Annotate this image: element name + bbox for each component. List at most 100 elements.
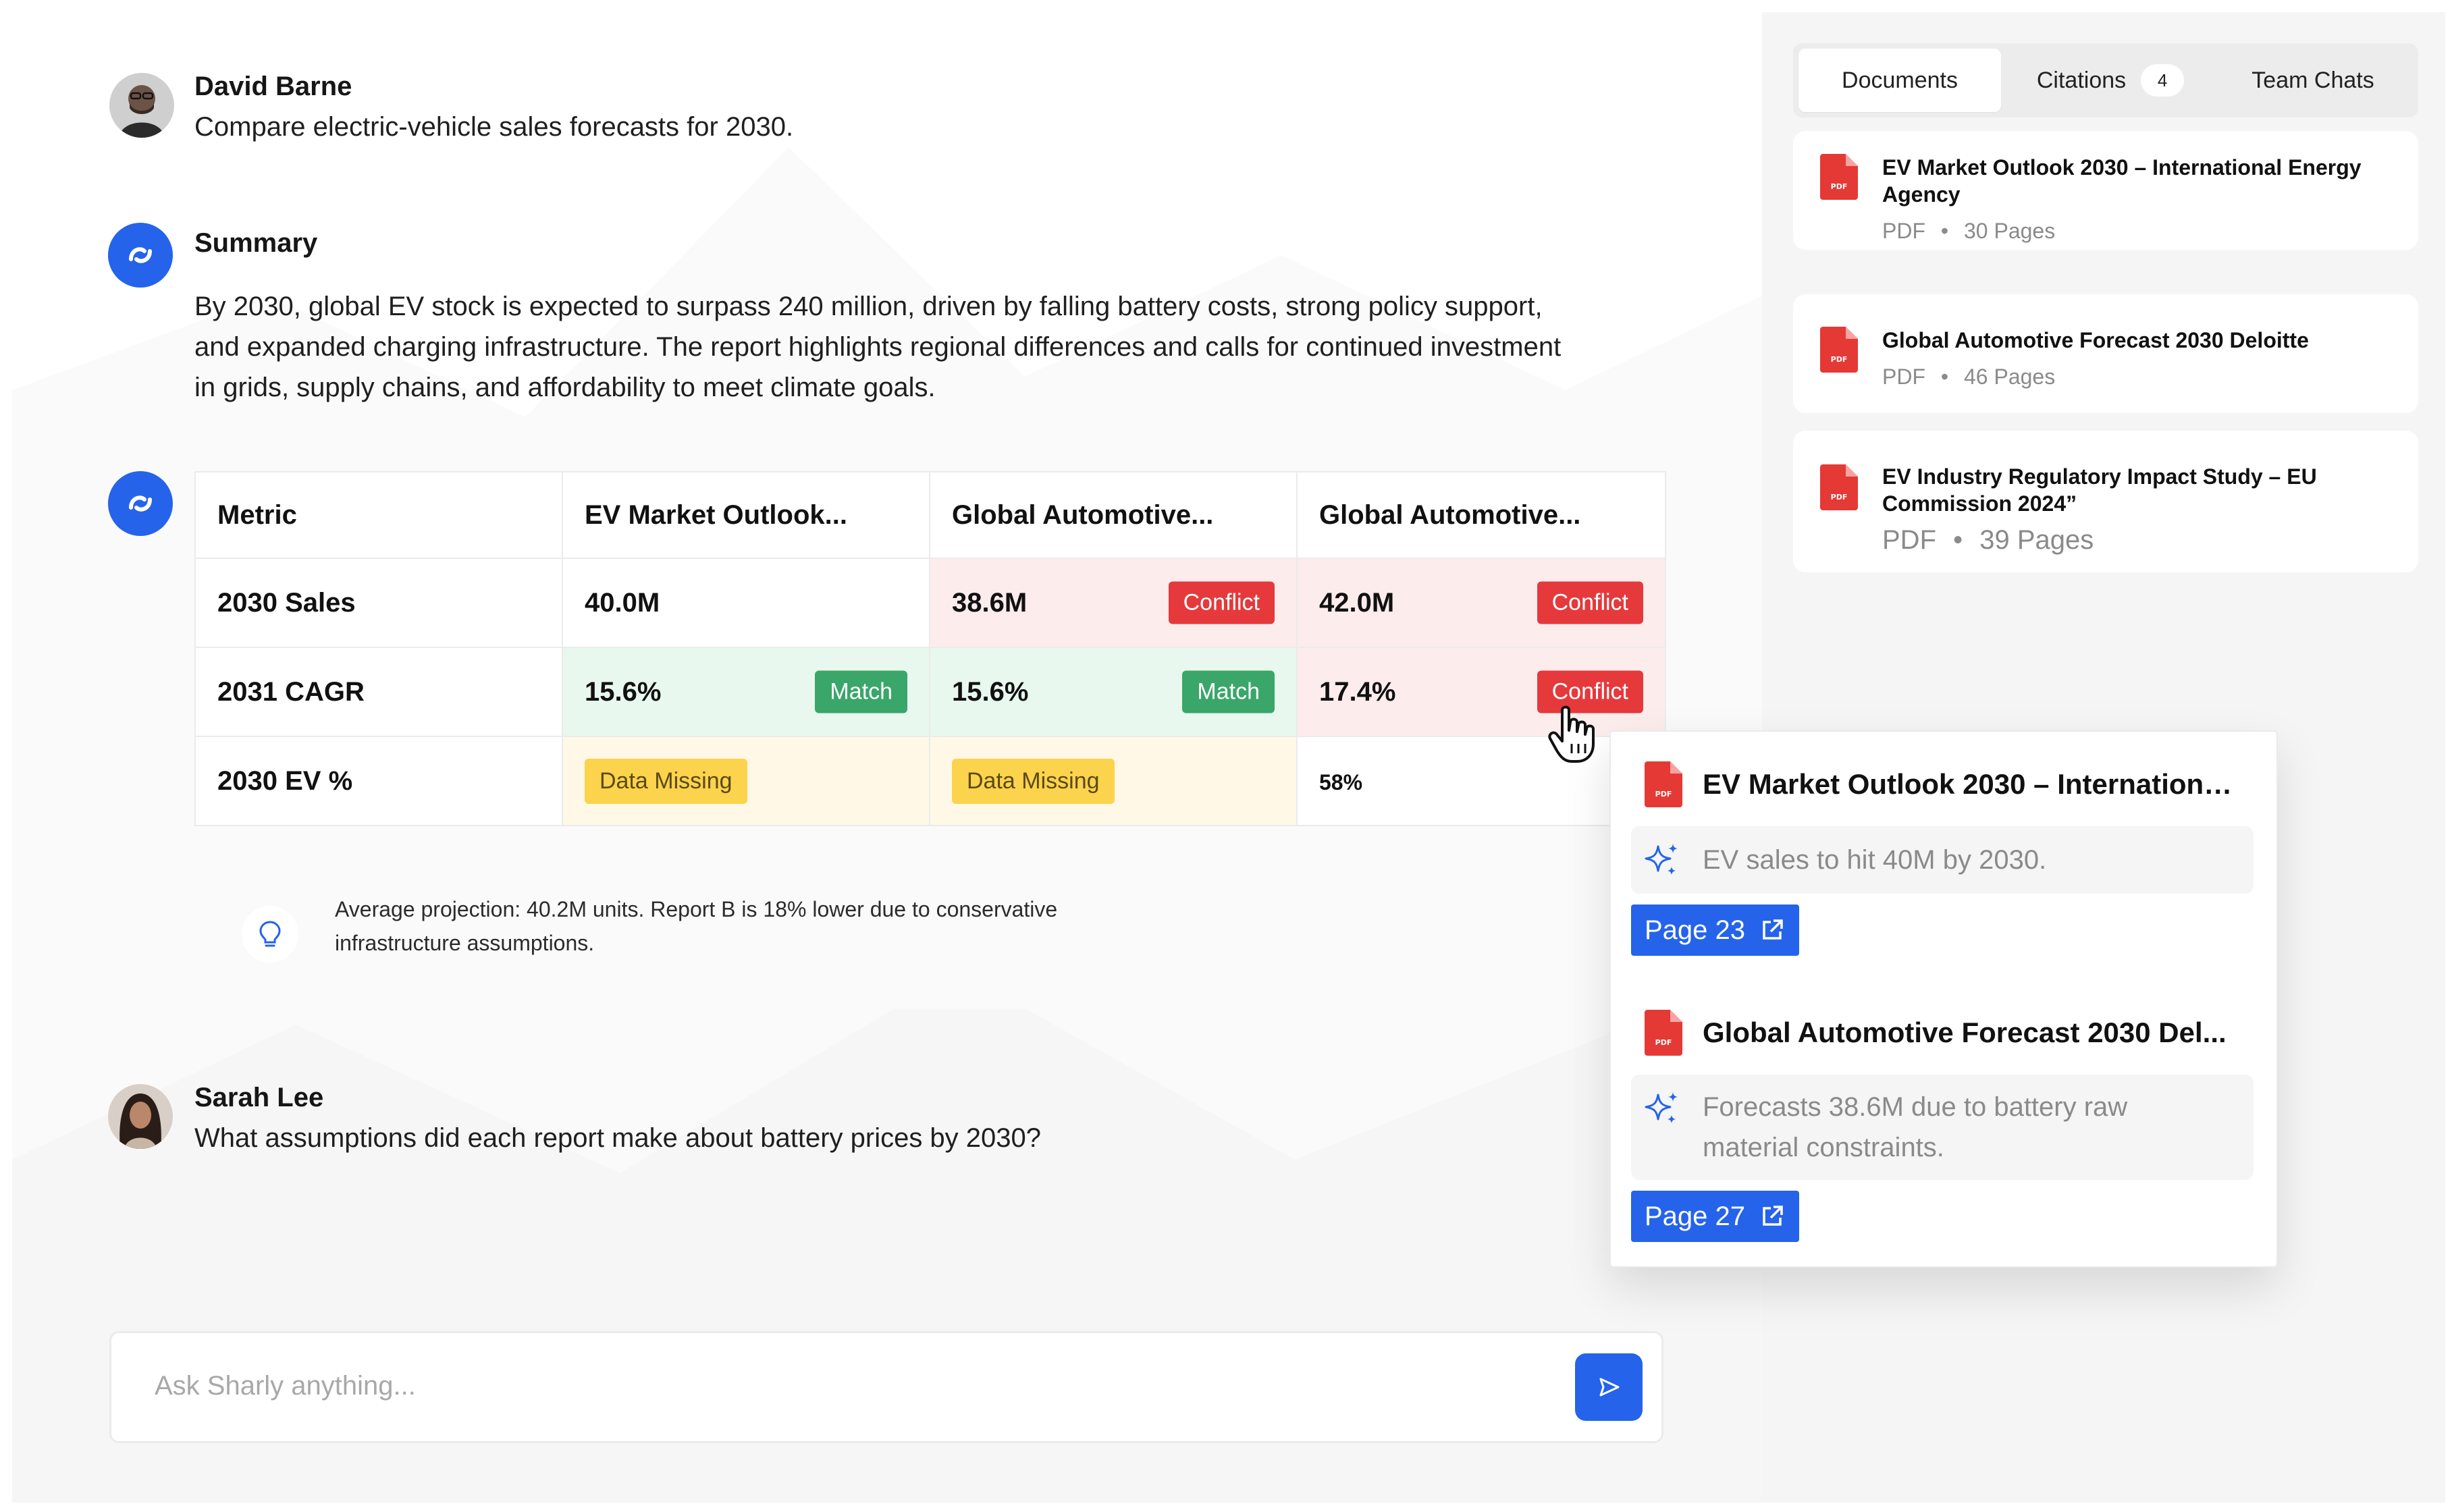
document-title: Global Automotive Forecast 2030 Deloitte bbox=[1882, 327, 2395, 354]
document-title-line: EV Industry Regulatory Impact Study – EU bbox=[1882, 464, 2317, 489]
summary-line: By 2030, global EV stock is expected to … bbox=[194, 292, 1543, 321]
table-header-row: Metric EV Market Outlook... Global Autom… bbox=[194, 471, 1666, 559]
table-row: 2030 Sales 40.0M 38.6M Conflict 42.0M Conf… bbox=[194, 558, 1666, 648]
citation-quote-line: EV sales to hit 40M by 2030. bbox=[1703, 845, 2047, 875]
document-type: PDF bbox=[1882, 219, 1925, 243]
table-cell: Data Missing bbox=[562, 736, 930, 826]
external-link-icon bbox=[1763, 919, 1783, 940]
assistant-avatar bbox=[108, 223, 173, 288]
metric-label: 2031 CAGR bbox=[194, 647, 563, 737]
table-row: 2030 EV % Data Missing Data Missing 58% bbox=[194, 736, 1666, 826]
table-cell: 42.0M Conflict bbox=[1296, 558, 1666, 648]
metric-label: 2030 Sales bbox=[194, 558, 563, 648]
svg-text:PDF: PDF bbox=[1655, 790, 1672, 799]
citation-quote: Forecasts 38.6M due to battery raw mater… bbox=[1631, 1075, 2254, 1180]
cell-value: 40.0M bbox=[585, 587, 660, 618]
pdf-icon: PDF bbox=[1820, 327, 1858, 373]
open-page-button[interactable]: Page 27 bbox=[1631, 1191, 1800, 1242]
tab-team-chats[interactable]: Team Chats bbox=[2212, 49, 2414, 112]
conflict-badge[interactable]: Conflict bbox=[1537, 581, 1643, 624]
data-missing-badge[interactable]: Data Missing bbox=[585, 758, 747, 804]
assistant-avatar bbox=[108, 471, 173, 536]
user-message: Compare electric-vehicle sales forecasts… bbox=[194, 112, 794, 142]
conflict-badge[interactable]: Conflict bbox=[1168, 581, 1275, 624]
document-title: EV Industry Regulatory Impact Study – EU… bbox=[1882, 463, 2395, 517]
lightbulb-icon bbox=[242, 906, 298, 963]
cell-value: 38.6M bbox=[952, 587, 1028, 618]
tab-citations[interactable]: Citations 4 bbox=[2009, 49, 2212, 112]
document-item[interactable]: PDF Global Automotive Forecast 2030 Delo… bbox=[1793, 294, 2418, 413]
cell-value: 42.0M bbox=[1319, 587, 1395, 618]
document-title-line: Agency bbox=[1882, 182, 1961, 207]
document-title-line: EV Market Outlook 2030 – International E… bbox=[1882, 155, 2362, 180]
document-item[interactable]: PDF EV Industry Regulatory Impact Study … bbox=[1793, 431, 2418, 572]
user-message: What assumptions did each report make ab… bbox=[194, 1123, 1042, 1153]
open-page-button[interactable]: Page 23 bbox=[1631, 905, 1800, 956]
hand-pointer-icon bbox=[1548, 705, 1595, 763]
cell-value: 17.4% bbox=[1319, 676, 1396, 707]
page-label: Page 27 bbox=[1645, 1201, 1746, 1231]
column-header[interactable]: Global Automotive... bbox=[929, 471, 1298, 559]
citation-quote-line: Forecasts 38.6M due to battery raw bbox=[1703, 1092, 2128, 1122]
table-row: 2031 CAGR 15.6% Match 15.6% Match 17.4% Con… bbox=[194, 647, 1666, 737]
document-meta: PDF • 30 Pages bbox=[1882, 219, 2056, 243]
user-name: David Barne bbox=[194, 72, 352, 101]
table-cell: Data Missing bbox=[929, 736, 1298, 826]
summary-text: By 2030, global EV stock is expected to … bbox=[194, 286, 1666, 408]
document-type: PDF bbox=[1882, 525, 1936, 555]
column-header: Metric bbox=[194, 471, 563, 559]
pdf-icon: PDF bbox=[1820, 464, 1858, 510]
citation-quote: EV sales to hit 40M by 2030. bbox=[1631, 826, 2254, 894]
summary-line: in grids, supply chains, and affordabili… bbox=[194, 373, 936, 402]
cell-value: 15.6% bbox=[952, 676, 1029, 707]
data-missing-badge[interactable]: Data Missing bbox=[952, 758, 1115, 804]
citation-title: EV Market Outlook 2030 – International..… bbox=[1703, 768, 2243, 800]
document-pages: 30 Pages bbox=[1963, 219, 2056, 243]
table-cell: 15.6% Match bbox=[929, 647, 1298, 737]
side-panel-tabs: Documents Citations 4 Team Chats bbox=[1793, 43, 2418, 117]
pdf-icon: PDF bbox=[1645, 761, 1682, 807]
citation-popover: PDF EV Market Outlook 2030 – Internation… bbox=[1609, 730, 2278, 1268]
comparison-table: Metric EV Market Outlook... Global Autom… bbox=[194, 471, 1666, 826]
user-avatar-sarah bbox=[108, 1084, 173, 1149]
document-meta: PDF • 46 Pages bbox=[1882, 364, 2056, 389]
column-header[interactable]: EV Market Outlook... bbox=[562, 471, 930, 559]
svg-text:PDF: PDF bbox=[1831, 493, 1848, 502]
document-title-line: Commission 2024” bbox=[1882, 491, 2077, 516]
document-title: EV Market Outlook 2030 – International E… bbox=[1882, 154, 2395, 208]
insight-callout: Average projection: 40.2M units. Report … bbox=[194, 852, 1665, 1008]
svg-text:PDF: PDF bbox=[1655, 1038, 1672, 1047]
message-composer[interactable]: Ask Sharly anything... bbox=[109, 1331, 1663, 1443]
summary-title: Summary bbox=[194, 228, 318, 258]
document-item[interactable]: PDF EV Market Outlook 2030 – Internation… bbox=[1793, 131, 2418, 250]
table-cell: 38.6M Conflict bbox=[929, 558, 1298, 648]
insight-line: Average projection: 40.2M units. Report … bbox=[335, 897, 1058, 921]
summary-line: and expanded charging infrastructure. Th… bbox=[194, 332, 1562, 362]
match-badge[interactable]: Match bbox=[1182, 670, 1275, 713]
external-link-icon bbox=[1763, 1206, 1783, 1226]
document-pages: 46 Pages bbox=[1963, 364, 2056, 389]
insight-text: Average projection: 40.2M units. Report … bbox=[335, 892, 1280, 960]
table-cell: 15.6% Match bbox=[562, 647, 930, 737]
column-header[interactable]: Global Automotive... bbox=[1296, 471, 1666, 559]
citation-quote-text: Forecasts 38.6M due to battery raw mater… bbox=[1703, 1087, 2229, 1168]
metric-label: 2030 EV % bbox=[194, 736, 563, 826]
send-button[interactable] bbox=[1575, 1353, 1643, 1421]
sparkle-icon bbox=[1645, 1092, 1678, 1123]
table-cell: 17.4% Conflict bbox=[1296, 647, 1666, 737]
composer-placeholder[interactable]: Ask Sharly anything... bbox=[155, 1371, 416, 1401]
user-avatar-david bbox=[109, 73, 174, 138]
user-name: Sarah Lee bbox=[194, 1083, 324, 1112]
tab-documents[interactable]: Documents bbox=[1798, 49, 2001, 112]
tab-label: Documents bbox=[1842, 67, 1958, 93]
document-pages: 39 Pages bbox=[1979, 525, 2094, 555]
cell-value: 58% bbox=[1319, 770, 1363, 794]
pdf-icon: PDF bbox=[1645, 1010, 1682, 1056]
document-meta: PDF • 39 Pages bbox=[1882, 525, 2094, 555]
page-label: Page 23 bbox=[1645, 915, 1746, 945]
send-icon bbox=[1599, 1378, 1620, 1397]
citations-count-badge: 4 bbox=[2141, 64, 2185, 97]
match-badge[interactable]: Match bbox=[815, 670, 907, 713]
document-title-line: Global Automotive Forecast 2030 Deloitte bbox=[1882, 328, 2309, 352]
svg-text:PDF: PDF bbox=[1831, 355, 1848, 364]
